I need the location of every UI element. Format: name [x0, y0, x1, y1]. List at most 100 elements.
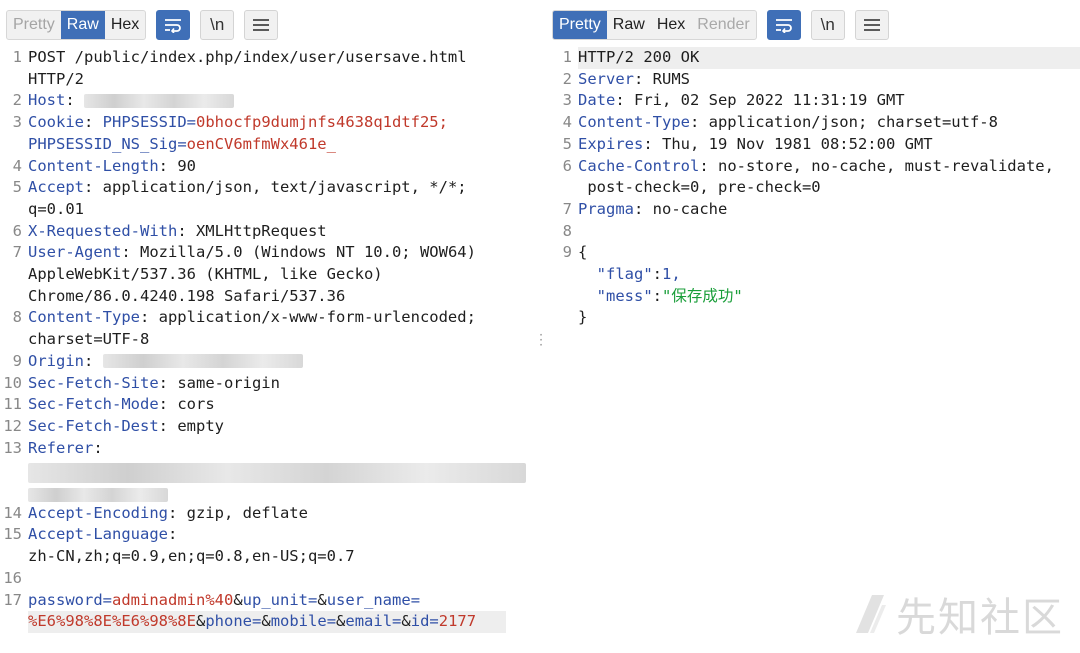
header-name: User-Agent — [28, 243, 122, 262]
header-host: 2 Host: — [0, 90, 532, 112]
line-number: 9 — [562, 243, 572, 262]
header-content-type: 4 Content-Type: application/json; charset… — [550, 112, 1080, 134]
line-number: 4 — [12, 156, 22, 175]
drag-handle-icon[interactable]: · · · — [538, 329, 544, 351]
param-name: mobile — [270, 612, 327, 631]
tab-raw[interactable]: Raw — [607, 11, 651, 39]
header-value: : 90 — [158, 156, 196, 175]
header-sec-fetch-mode: 11 Sec-Fetch-Mode: cors — [0, 394, 532, 416]
line-number: 1 — [562, 48, 572, 66]
show-newlines-button[interactable]: \n — [810, 10, 845, 40]
header-name: Cache-Control — [578, 156, 700, 175]
xianzhi-logo-icon — [856, 595, 886, 633]
cookie-name: PHPSESSID — [102, 113, 187, 132]
status-text: HTTP/2 200 OK — [578, 47, 1080, 69]
wrap-lines-button[interactable] — [156, 10, 191, 40]
header-cache-control: 6 Cache-Control: no-store, no-cache, must… — [550, 156, 1080, 178]
line-number: 8 — [562, 221, 572, 240]
header-value: : application/json; charset=utf-8 — [689, 113, 998, 132]
request-view-tabs: Pretty Raw Hex — [6, 10, 147, 40]
header-value: : cors — [158, 395, 215, 414]
tab-render[interactable]: Render — [691, 11, 755, 39]
line-number: 16 — [3, 568, 22, 587]
json-brace: { — [578, 243, 588, 262]
hamburger-icon — [863, 19, 880, 31]
request-pane: Pretty Raw Hex \n 1 POST /public/index.ph… — [0, 0, 532, 653]
header-name: Date — [578, 91, 616, 110]
header-name: Sec-Fetch-Mode — [28, 395, 159, 414]
header-content-length: 4 Content-Length: 90 — [0, 156, 532, 178]
request-line: HTTP/2 — [0, 69, 532, 91]
line-number: 3 — [12, 113, 22, 132]
request-line: q=0.01 — [0, 199, 532, 221]
response-line-text — [578, 221, 1080, 243]
json-key: "mess" — [596, 286, 653, 305]
cookie-value: 0bhocfp9dumjnfs4638q1dtf25; — [196, 113, 448, 132]
wrap-lines-button[interactable] — [766, 10, 801, 40]
header-user-agent: 7 User-Agent: Mozilla/5.0 (Windows NT 10.… — [0, 242, 532, 264]
header-content-type: 8 Content-Type: application/x-www-form-ur… — [0, 307, 532, 329]
header-expires: 5 Expires: Thu, 19 Nov 1981 08:52:00 GMT — [550, 134, 1080, 156]
param-value: %E6%98%8E%E6%98%8E — [28, 612, 196, 631]
request-menu-button[interactable] — [244, 10, 279, 40]
line-number: 3 — [562, 91, 572, 110]
request-line-text: zh-CN,zh;q=0.9,en;q=0.8,en-US;q=0.7 — [28, 547, 355, 566]
header-value: : — [84, 351, 103, 370]
wrap-icon — [165, 19, 182, 33]
tab-hex[interactable]: Hex — [105, 11, 145, 39]
line-number: 9 — [12, 351, 22, 370]
line-number: 2 — [562, 69, 572, 88]
json-key: "flag" — [596, 265, 653, 284]
header-name: Host — [28, 91, 66, 110]
response-menu-button[interactable] — [854, 10, 889, 40]
line-number: 1 — [12, 48, 22, 66]
blank-line: 16 — [0, 568, 532, 590]
header-name: Pragma — [578, 199, 634, 218]
response-line: post-check=0, pre-check=0 — [550, 177, 1080, 199]
param-name: id — [410, 612, 430, 631]
line-number: 5 — [12, 178, 22, 197]
json-sep: : — [652, 286, 663, 305]
wrap-icon — [775, 19, 792, 33]
watermark: 先知社区 — [852, 585, 1064, 643]
header-accept-encoding: 14 Accept-Encoding: gzip, deflate — [0, 503, 532, 525]
tab-hex[interactable]: Hex — [651, 11, 691, 39]
header-value: : application/json, text/javascript, */*… — [84, 178, 467, 197]
header-date: 3 Date: Fri, 02 Sep 2022 11:31:19 GMT — [550, 90, 1080, 112]
tab-pretty[interactable]: Pretty — [553, 11, 607, 39]
show-newlines-button[interactable]: \n — [200, 10, 235, 40]
tab-pretty[interactable]: Pretty — [7, 11, 61, 39]
header-name: Cookie — [28, 113, 84, 132]
line-number: 4 — [562, 113, 572, 132]
header-sec-fetch-dest: 12 Sec-Fetch-Dest: empty — [0, 416, 532, 438]
header-name: Sec-Fetch-Site — [28, 373, 159, 392]
header-origin: 9 Origin: — [0, 351, 532, 373]
tab-raw[interactable]: Raw — [60, 11, 105, 39]
json-entry: "mess":"保存成功" — [550, 286, 1080, 308]
line-number: 10 — [3, 373, 22, 392]
json-close: } — [550, 307, 1080, 329]
request-toolbar: Pretty Raw Hex \n — [6, 10, 279, 40]
header-name: Accept-Language — [28, 525, 168, 544]
header-referer: 13 Referer: — [0, 438, 532, 460]
line-number: 14 — [3, 503, 22, 522]
pane-divider[interactable] — [540, 0, 541, 653]
header-cookie-cont: PHPSESSID_NS_Sig=oenCV6mfmWx461e_ — [0, 134, 532, 156]
request-editor[interactable]: 1 POST /public/index.php/index/user/users… — [0, 47, 532, 633]
header-value: : XMLHttpRequest — [177, 221, 327, 240]
redacted-origin — [102, 354, 303, 369]
response-viewer[interactable]: 1 HTTP/2 200 OK 2 Server: RUMS 3 Date: Fri,… — [550, 47, 1080, 329]
request-line-text: POST /public/index.php/index/user/usersa… — [28, 48, 467, 66]
header-value: : no-store, no-cache, must-revalidate, — [699, 156, 1054, 175]
line-number: 6 — [562, 156, 572, 175]
json-entry: "flag":1, — [550, 264, 1080, 286]
request-line: AppleWebKit/537.36 (KHTML, like Gecko) — [0, 264, 532, 286]
line-number: 2 — [12, 91, 22, 110]
cookie-value: oenCV6mfmWx461e_ — [186, 134, 336, 153]
param-value: adminadmin%40 — [112, 590, 234, 609]
header-name: Accept — [28, 178, 84, 197]
json-sep: : — [652, 265, 663, 284]
request-line: Chrome/86.0.4240.198 Safari/537.36 — [0, 286, 532, 308]
line-number — [0, 286, 28, 308]
json-brace: } — [578, 308, 588, 327]
